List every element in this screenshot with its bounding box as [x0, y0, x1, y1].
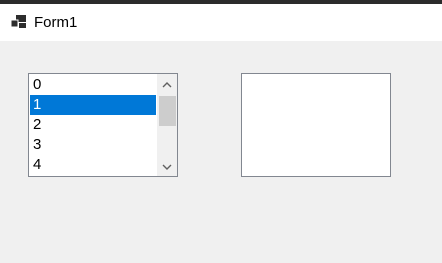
scroll-up-button[interactable] — [157, 75, 177, 93]
number-listbox[interactable]: 0 1 2 3 4 — [28, 73, 178, 177]
listbox-items: 0 1 2 3 4 — [30, 75, 156, 175]
title-bar[interactable]: Form1 — [0, 4, 442, 42]
list-item[interactable]: 0 — [30, 75, 156, 95]
chevron-down-icon — [162, 157, 172, 175]
scroll-down-button[interactable] — [157, 157, 177, 175]
vertical-scrollbar[interactable] — [157, 74, 177, 176]
scroll-thumb[interactable] — [159, 96, 176, 126]
form-window: Form1 0 1 2 3 4 — [0, 0, 442, 263]
list-item[interactable]: 3 — [30, 135, 156, 155]
window-title: Form1 — [34, 14, 78, 31]
list-item[interactable]: 2 — [30, 115, 156, 135]
list-item[interactable]: 4 — [30, 155, 156, 175]
empty-listbox[interactable] — [241, 73, 391, 177]
form-window-icon — [10, 15, 27, 29]
chevron-up-icon — [162, 75, 172, 93]
list-item-selected[interactable]: 1 — [30, 95, 156, 115]
